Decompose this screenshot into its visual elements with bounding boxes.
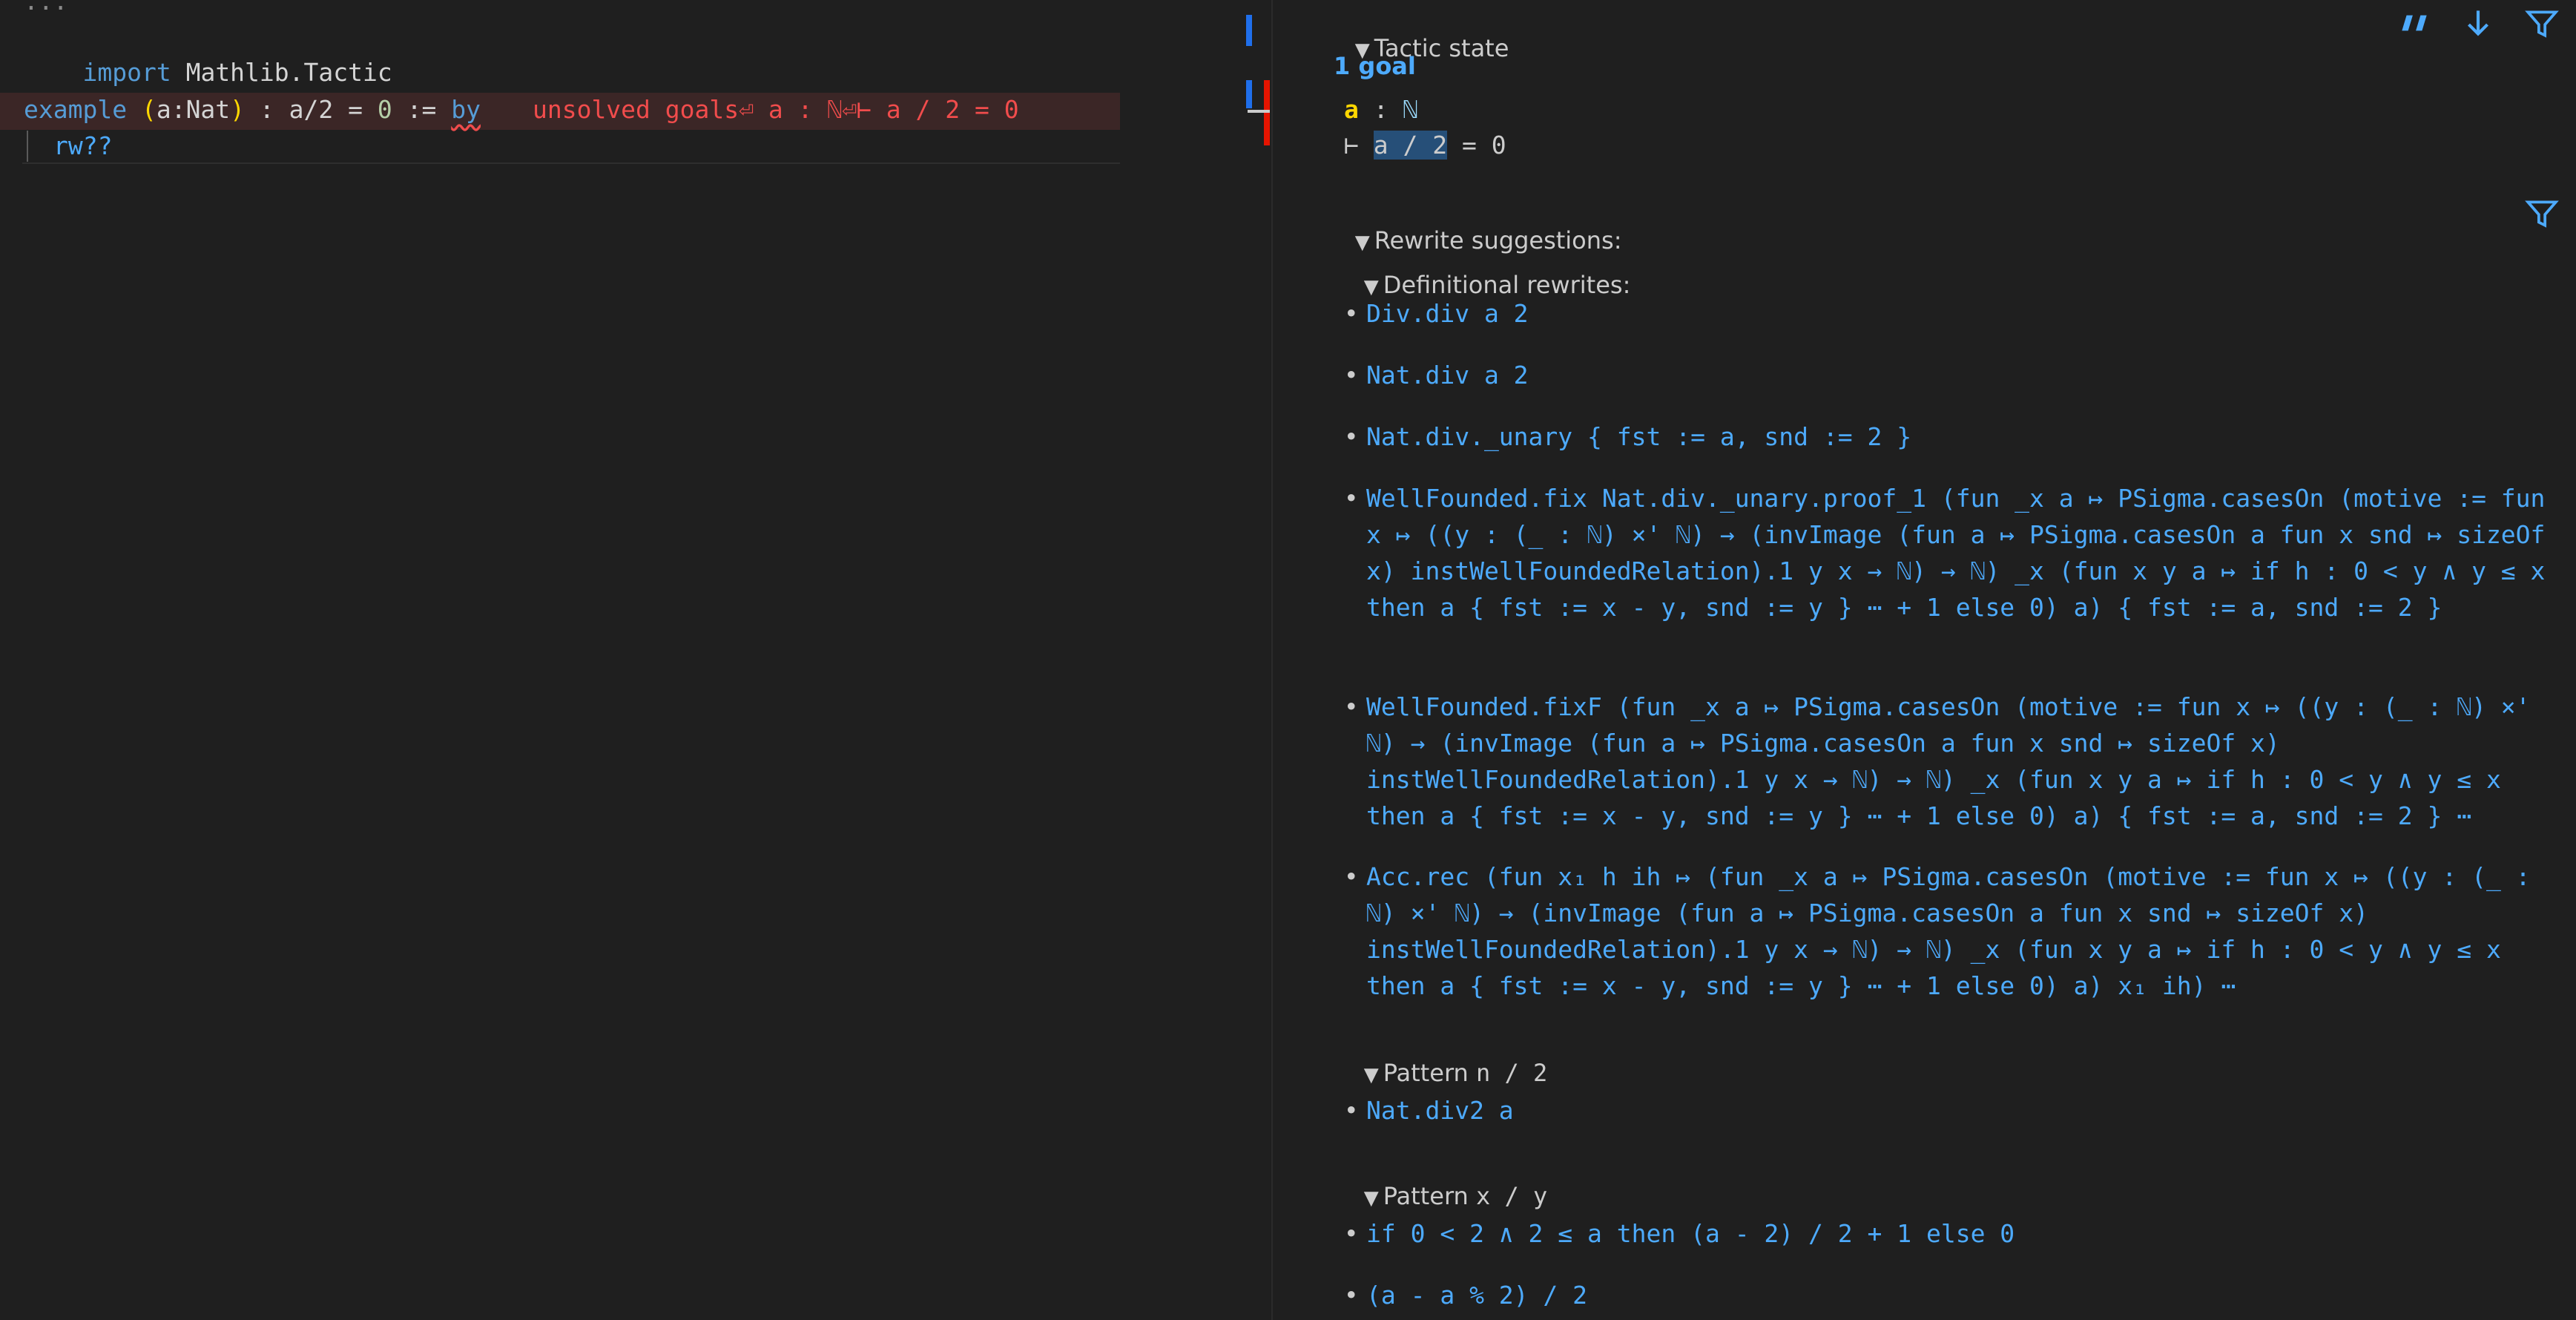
hypothesis-name[interactable]: a [1344,95,1359,124]
folded-region-marker[interactable]: ... [24,0,68,19]
rewrite-suggestion[interactable]: if 0 < 2 ∧ 2 ≤ a then (a - 2) / 2 + 1 el… [1344,1215,2568,1252]
quote-icon[interactable] [2396,4,2433,42]
scroll-thumb-line [1248,110,1270,113]
rw-tactic: rw?? [53,131,113,160]
rewrite-suggestion[interactable]: Div.div a 2 [1344,295,2568,332]
pattern-expression: n / 2 [1475,1059,1548,1087]
hypothesis-type[interactable]: ℕ [1403,95,1417,124]
rewrite-suggestion[interactable]: Nat.div a 2 [1344,357,2568,393]
pattern-label: Pattern [1383,1182,1476,1210]
goal-selected-subterm[interactable]: a / 2 [1373,131,1448,160]
statement-zero: 0 [377,95,392,124]
binder-open-paren: ( [141,95,157,124]
expanded-triangle-icon: ▼ [1363,1064,1379,1086]
indent-guide [27,131,28,162]
expanded-triangle-icon: ▼ [1363,1187,1379,1209]
pattern-label: Pattern [1383,1059,1476,1087]
binder: a:Nat [156,95,231,124]
scrollbar-markers[interactable] [1245,0,1271,148]
assign-op: := [392,95,452,124]
lean-infoview: ▼ Tactic state 1 goal a : ℕ ⊢ a / 2 = 0 ▼… [1273,0,2576,1320]
hypothesis-line[interactable]: a : ℕ [1344,95,1417,124]
code-line-rw[interactable]: rw?? [53,128,112,164]
import-keyword: import [82,58,171,87]
rewrite-suggestion[interactable]: WellFounded.fixF (fun _x a ↦ PSigma.case… [1344,689,2568,834]
rewrite-suggestion[interactable]: (a - a % 2) / 2 [1344,1277,2568,1313]
goal-count: 1 goal [1334,52,1416,80]
rewrite-suggestion[interactable]: Nat.div._unary { fst := a, snd := 2 } [1344,418,2568,455]
scroll-marker [1246,80,1252,108]
goal-line[interactable]: ⊢ a / 2 = 0 [1344,131,1506,160]
by-keyword[interactable]: by [451,95,481,124]
line-divider [22,162,1120,164]
example-keyword: example [24,95,128,124]
scroll-marker [1264,80,1270,145]
inline-error-message: unsolved goals⏎ a : ℕ⏎⊢ a / 2 = 0 [532,95,1019,124]
pattern-expression: x / y [1475,1182,1548,1210]
arrow-down-icon[interactable] [2460,4,2497,42]
goal-rest[interactable]: = 0 [1447,131,1506,160]
rewrite-suggestion[interactable]: Acc.rec (fun x₁ h ih ↦ (fun _x a ↦ PSigm… [1344,858,2568,1004]
filter-icon[interactable] [2523,194,2560,232]
code-line-example[interactable]: example (a:Nat) : a/2 = 0 := by unsolved … [24,92,1019,128]
binder-close-paren: ) [230,95,246,124]
editor-pane[interactable]: ... import Mathlib.Tactic example (a:Nat… [0,0,1270,1320]
statement: : a/2 = [245,95,378,124]
scroll-marker [1246,15,1252,46]
rewrite-suggestion[interactable]: Nat.div2 a [1344,1092,2568,1129]
import-module: Mathlib.Tactic [185,58,392,87]
rewrite-suggestion[interactable]: WellFounded.fix Nat.div._unary.proof_1 (… [1344,480,2568,625]
filter-icon[interactable] [2523,4,2560,42]
turnstile: ⊢ [1344,131,1374,160]
hypothesis-colon: : [1358,95,1403,124]
